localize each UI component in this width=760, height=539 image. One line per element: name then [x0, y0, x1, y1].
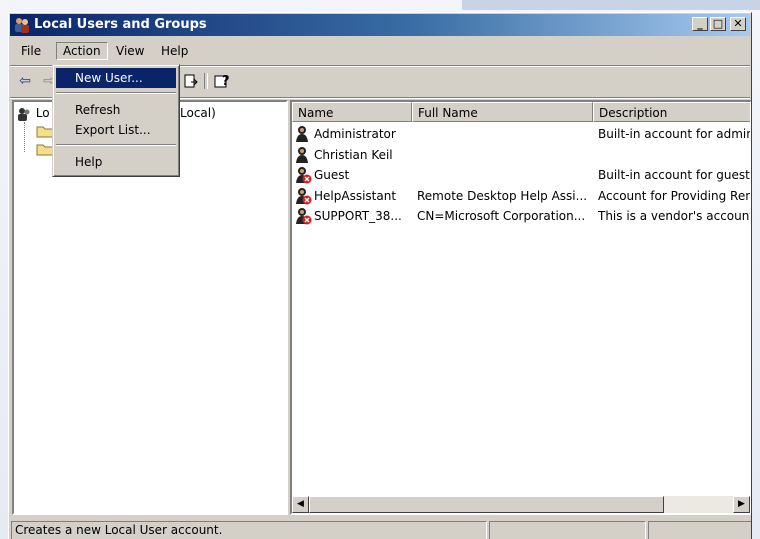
table-row[interactable]: SUPPORT_38... CN=Microsoft Corporation...… [292, 206, 752, 226]
background-band [462, 0, 760, 10]
cell-name: Guest [314, 168, 350, 182]
cell-description: Account for Providing Rem [598, 188, 752, 203]
minimize-button[interactable]: _ [692, 17, 708, 31]
tree-connector [24, 122, 26, 152]
close-button[interactable]: ✕ [730, 17, 746, 31]
scroll-thumb[interactable] [309, 496, 664, 513]
cell-name: Administrator [314, 127, 396, 141]
disabled-user-icon [296, 167, 312, 184]
scroll-right-button[interactable]: ▶ [733, 496, 750, 513]
status-text: Creates a new Local User account. [11, 521, 487, 539]
menu-item-refresh[interactable]: Refresh [56, 100, 176, 120]
back-arrow-icon[interactable]: ⇦ [14, 71, 36, 91]
horizontal-scrollbar[interactable]: ◀ ▶ [292, 496, 750, 513]
cell-description: Built-in account for guest a [598, 168, 752, 182]
status-bar: Creates a new Local User account. [10, 518, 751, 539]
table-row[interactable]: Christian Keil [292, 145, 750, 165]
column-name[interactable]: Name [292, 102, 412, 122]
status-panel-2 [489, 521, 646, 539]
scroll-left-button[interactable]: ◀ [292, 496, 309, 513]
window-title: Local Users and Groups [34, 17, 207, 32]
cell-name: SUPPORT_38... [314, 209, 402, 223]
menu-separator [56, 92, 176, 94]
table-row[interactable]: Guest Built-in account for guest a [292, 165, 752, 185]
svg-text:?: ? [222, 74, 230, 89]
disabled-user-icon [296, 208, 312, 225]
menu-item-export-list[interactable]: Export List... [56, 120, 176, 140]
maximize-button[interactable]: □ [710, 17, 726, 31]
menu-item-new-user[interactable]: New User... [56, 68, 176, 88]
users-groups-icon [15, 18, 29, 33]
menu-item-help[interactable]: Help [56, 152, 176, 172]
menu-help[interactable]: Help [155, 42, 194, 60]
cell-full-name: CN=Microsoft Corporation... [417, 209, 586, 223]
cell-description: Built-in account for adminis [598, 127, 752, 141]
user-icon [296, 146, 308, 163]
cell-description: This is a vendor's account [598, 209, 752, 223]
menu-view[interactable]: View [110, 42, 150, 60]
action-dropdown-menu: New User... Refresh Export List... Help [52, 64, 180, 177]
column-description[interactable]: Description [593, 102, 750, 122]
list-pane[interactable]: Name Full Name Description Administrator… [290, 100, 752, 515]
tree-root-label-start: Lo [35, 106, 50, 120]
table-row[interactable]: Administrator Built-in account for admini… [292, 124, 752, 144]
tree-root-label-end: Local) [180, 106, 216, 120]
export-icon[interactable] [180, 71, 202, 91]
help-icon[interactable]: ? [212, 71, 234, 91]
user-icon [296, 126, 308, 142]
menu-file[interactable]: File [15, 42, 47, 60]
cell-name: HelpAssistant [314, 188, 397, 203]
status-panel-3 [648, 521, 751, 539]
menu-action[interactable]: Action [56, 42, 108, 60]
column-full-name[interactable]: Full Name [412, 102, 593, 122]
list-header: Name Full Name Description [292, 102, 750, 122]
menu-separator [56, 144, 176, 146]
menu-bar: File Action View Help [10, 39, 750, 63]
table-row[interactable]: HelpAssistant Remote Desktop Help Assi...… [292, 186, 752, 206]
disabled-user-icon [296, 187, 312, 204]
cell-full-name: Remote Desktop Help Assi... [417, 188, 588, 203]
toolbar-separator [204, 73, 208, 89]
title-bar[interactable]: Local Users and Groups _ □ ✕ [10, 14, 750, 36]
users-groups-icon [18, 107, 30, 121]
cell-name: Christian Keil [314, 147, 393, 162]
tree-root[interactable]: Lo [16, 104, 50, 122]
